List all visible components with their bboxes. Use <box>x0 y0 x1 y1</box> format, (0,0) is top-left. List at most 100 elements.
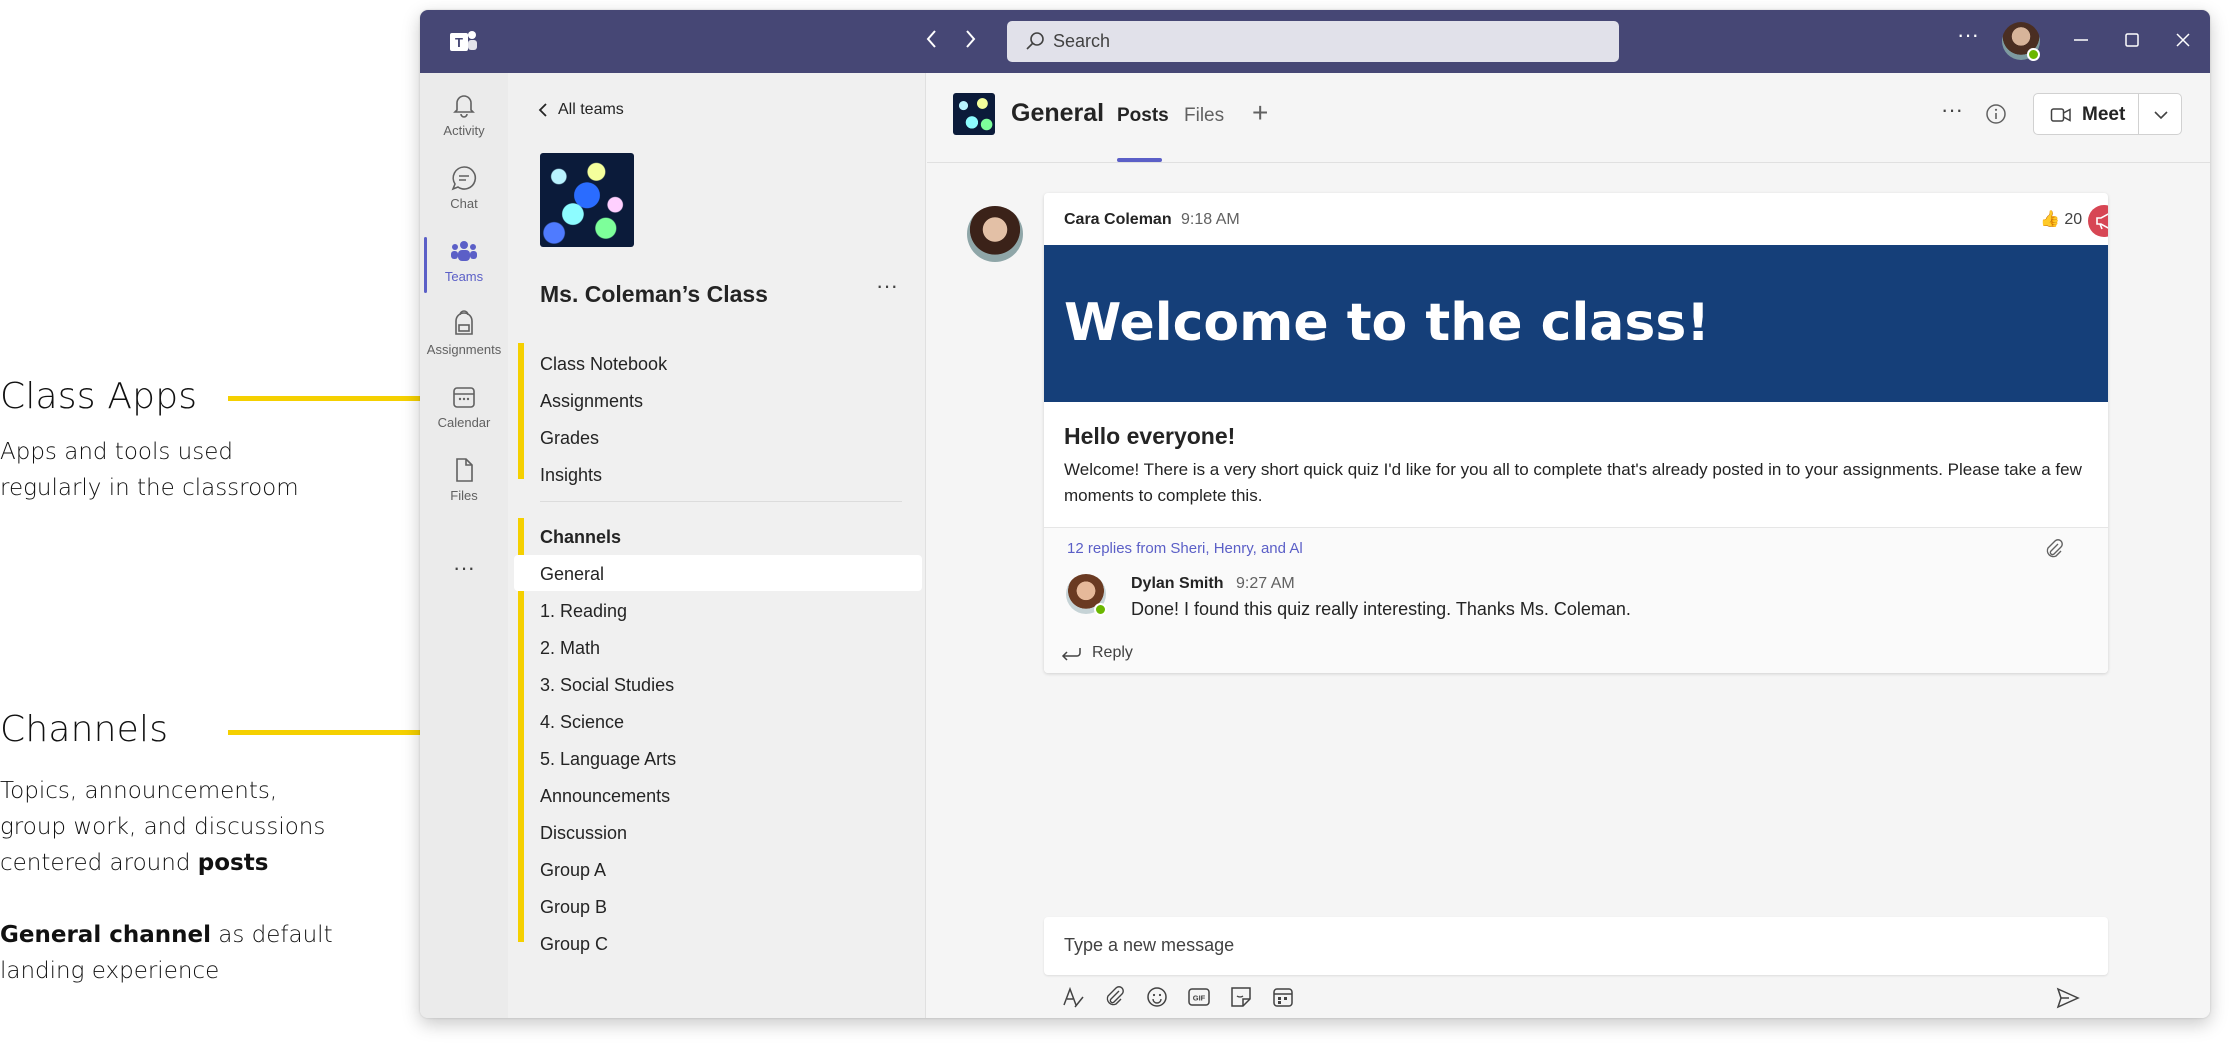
sticker-icon[interactable] <box>1227 983 1255 1011</box>
announcement-icon <box>2088 205 2108 237</box>
class-apps-highlight-bar <box>518 343 524 479</box>
annotation-channels-line4-bold: General channel <box>0 922 211 948</box>
post-banner-text: Welcome to the class! <box>1064 293 1710 353</box>
app-insights[interactable]: Insights <box>540 465 602 486</box>
rail-item-activity[interactable]: Activity <box>420 81 508 151</box>
forward-arrow-icon[interactable] <box>963 28 977 56</box>
chevron-left-icon <box>538 103 547 117</box>
channel-group-c[interactable]: Group C <box>540 934 608 955</box>
rail-item-chat[interactable]: Chat <box>420 154 508 224</box>
compose-placeholder: Type a new message <box>1064 935 1235 955</box>
attach-icon[interactable] <box>1101 983 1129 1011</box>
rail-item-assignments[interactable]: Assignments <box>420 300 508 370</box>
team-more-options-icon[interactable]: ··· <box>876 273 898 299</box>
poster-avatar[interactable] <box>967 206 1023 262</box>
close-icon[interactable] <box>2175 32 2191 48</box>
chat-icon <box>451 166 477 191</box>
annotation-channels-title: Channels <box>0 709 169 750</box>
channel-discussion[interactable]: Discussion <box>540 823 627 844</box>
channel-general[interactable]: General <box>540 564 604 585</box>
rail-label-assignments: Assignments <box>426 342 502 357</box>
chevron-down-icon <box>2154 111 2168 120</box>
tab-files[interactable]: Files <box>1184 105 1224 127</box>
annotation-channels-desc: Topics, announcements, group work, and d… <box>0 773 333 989</box>
channel-social-studies[interactable]: 3. Social Studies <box>540 675 674 696</box>
gif-icon[interactable]: GIF <box>1185 983 1213 1011</box>
rail-item-calendar[interactable]: Calendar <box>420 373 508 443</box>
send-icon[interactable] <box>2055 985 2081 1011</box>
rail-label-teams: Teams <box>444 269 484 284</box>
file-icon <box>456 458 473 482</box>
channel-language-arts[interactable]: 5. Language Arts <box>540 749 676 770</box>
channel-team-image <box>953 93 995 135</box>
channel-group-b[interactable]: Group B <box>540 897 607 918</box>
search-box[interactable]: Search <box>1007 21 1619 62</box>
rail-item-files[interactable]: Files <box>420 446 508 516</box>
rail-label-activity: Activity <box>443 123 485 138</box>
teams-logo-icon[interactable]: T <box>448 28 478 56</box>
reply-arrow-icon <box>1061 647 1081 661</box>
presence-available-icon <box>2027 48 2040 61</box>
rail-item-teams[interactable]: Teams <box>420 227 508 297</box>
minimize-icon[interactable] <box>2073 32 2089 48</box>
channels-header: Channels <box>540 527 622 547</box>
annotation-channels-line2: group work, and discussions <box>0 814 326 840</box>
reply-thread: 12 replies from Sheri, Henry, and Al Dyl… <box>1044 527 2108 673</box>
channel-math[interactable]: 2. Math <box>540 638 600 659</box>
tab-posts[interactable]: Posts <box>1117 105 1169 127</box>
rail-label-files: Files <box>450 488 478 503</box>
annotation-class-apps-title: Class Apps <box>0 376 198 417</box>
channel-announcements[interactable]: Announcements <box>540 786 670 807</box>
video-camera-icon <box>2050 108 2071 122</box>
annotation-channels-line4: General channel as default <box>0 917 333 953</box>
rail-more-apps[interactable]: ··· <box>420 555 508 625</box>
maximize-icon[interactable] <box>2124 32 2140 48</box>
app-rail: Activity Chat Teams Assignments Calendar… <box>420 73 508 1018</box>
channel-reading[interactable]: 1. Reading <box>540 601 627 622</box>
schedule-meeting-icon[interactable] <box>1269 983 1297 1011</box>
emoji-icon[interactable] <box>1143 983 1171 1011</box>
annotation-class-apps-desc: Apps and tools used regularly in the cla… <box>0 434 299 506</box>
team-panel: All teams Ms. Coleman’s Class ··· Class … <box>508 73 926 1018</box>
backpack-icon <box>455 310 473 335</box>
meet-button[interactable]: Meet <box>2033 93 2139 135</box>
add-tab-icon[interactable]: + <box>1252 97 1268 129</box>
channel-header: General Posts Files + ··· Meet <box>927 73 2210 163</box>
compose-box[interactable]: Type a new message <box>1044 917 2108 975</box>
replies-summary-link[interactable]: 12 replies from Sheri, Henry, and Al <box>1067 540 1303 557</box>
annotation-channels-line3-bold: posts <box>197 850 269 876</box>
channel-more-options-icon[interactable]: ··· <box>1941 97 1963 123</box>
all-teams-label: All teams <box>558 101 624 118</box>
app-class-notebook[interactable]: Class Notebook <box>540 354 667 375</box>
reply-label: Reply <box>1092 644 1133 661</box>
teams-icon <box>451 241 477 261</box>
meet-dropdown-button[interactable] <box>2138 93 2182 135</box>
channel-science[interactable]: 4. Science <box>540 712 624 733</box>
post-author[interactable]: Cara Coleman <box>1064 211 1172 229</box>
reply-author[interactable]: Dylan Smith <box>1131 575 1223 593</box>
tab-posts-underline <box>1117 158 1162 162</box>
info-icon[interactable] <box>1985 103 2007 125</box>
reply-text: Done! I found this quiz really interesti… <box>1131 599 1631 619</box>
search-icon <box>1026 32 1044 50</box>
svg-text:T: T <box>455 35 463 50</box>
team-name: Ms. Coleman’s Class <box>540 281 768 307</box>
back-arrow-icon[interactable] <box>925 28 939 56</box>
reply-button[interactable]: Reply <box>1060 644 1133 662</box>
annotation-channels-line4-rest: as default <box>210 922 333 948</box>
thumbs-up-icon: 👍 <box>2040 211 2060 228</box>
reaction-count: 20 <box>2064 211 2083 228</box>
channel-group-a[interactable]: Group A <box>540 860 606 881</box>
more-apps-icon: ··· <box>453 555 475 580</box>
rail-active-indicator <box>424 237 427 293</box>
app-assignments[interactable]: Assignments <box>540 391 643 412</box>
all-teams-link[interactable]: All teams <box>538 101 624 119</box>
post-body: Welcome! There is a very short quick qui… <box>1064 460 2082 505</box>
like-reaction[interactable]: 👍 20 <box>2040 209 2082 229</box>
app-grades[interactable]: Grades <box>540 428 599 449</box>
calendar-icon <box>453 387 475 408</box>
format-icon[interactable] <box>1059 983 1087 1011</box>
panel-divider <box>540 501 902 502</box>
paperclip-icon[interactable] <box>2044 538 2064 560</box>
more-options-icon[interactable]: ··· <box>1957 22 1979 48</box>
